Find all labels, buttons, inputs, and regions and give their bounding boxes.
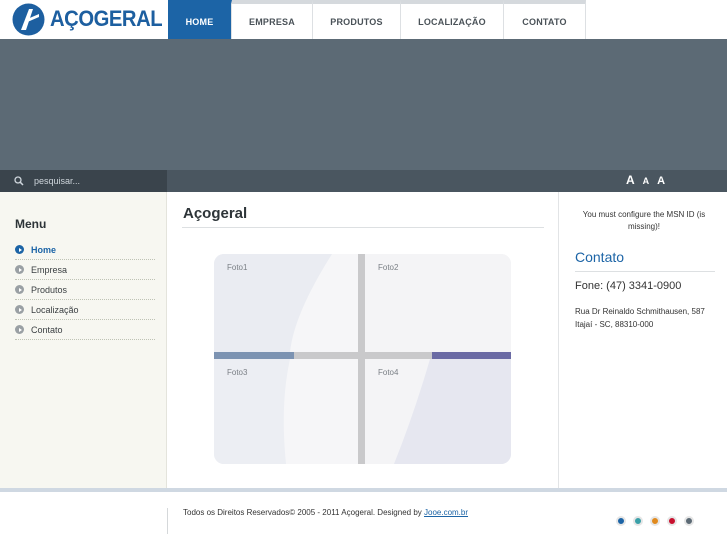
sidebar-item-produtos[interactable]: Produtos [15,280,155,300]
title-divider [182,227,544,228]
contato-divider [575,271,715,272]
arrow-bullet-icon [15,245,24,254]
main-content: Açogeral Foto1 Foto2 Foto3 Foto4 [168,192,558,488]
sidebar-menu: Home Empresa Produtos Localização Contat… [15,240,155,340]
arrow-bullet-icon [15,325,24,334]
photo-gallery: Foto1 Foto2 Foto3 Foto4 [214,254,511,464]
theme-orange-button[interactable] [650,516,660,526]
arrow-bullet-icon [15,285,24,294]
sidebar-item-contato[interactable]: Contato [15,320,155,340]
msn-notice: You must configure the MSN ID (is missin… [582,210,706,231]
sidebar-item-empresa[interactable]: Empresa [15,260,155,280]
nav-contato[interactable]: CONTATO [504,0,586,39]
toolbar: A A A [0,170,727,192]
nav-empresa[interactable]: EMPRESA [232,0,313,39]
font-increase-button[interactable]: A [626,173,635,187]
banner [0,39,727,170]
gallery-photo-4[interactable]: Foto4 [365,359,511,464]
gallery-divider-vertical [358,254,365,464]
theme-blue-button[interactable] [616,516,626,526]
gallery-accent-right [432,352,511,359]
gallery-accent-left [214,352,294,359]
search-input[interactable] [34,176,154,186]
theme-switcher [616,516,694,526]
photo-label: Foto1 [227,263,248,272]
arrow-bullet-icon [15,265,24,274]
photo-label: Foto4 [378,368,399,377]
sidebar-item-label: Produtos [31,284,68,295]
contato-heading: Contato [575,249,625,265]
font-size-controls: A A A [626,173,665,187]
page-title: Açogeral [183,205,248,222]
sidebar-item-label: Empresa [31,264,68,275]
sidebar: Menu Home Empresa Produtos Localização C… [0,192,167,488]
address-line-1: Rua Dr Reinaldo Schmithausen, 587 [575,307,705,316]
gallery-photo-1[interactable]: Foto1 [214,254,361,359]
address-line-2: Itajaí - SC, 88310-000 [575,320,654,329]
theme-gray-button[interactable] [684,516,694,526]
theme-red-button[interactable] [667,516,677,526]
search-icon[interactable] [14,176,24,186]
menu-title: Menu [15,217,47,231]
nav-localizacao[interactable]: LOCALIZAÇÃO [401,0,504,39]
phone-number: Fone: (47) 3341-0900 [575,280,682,292]
font-decrease-button[interactable]: A [643,176,650,186]
logo[interactable]: AÇOGERAL [12,3,163,36]
gallery-photo-2[interactable]: Foto2 [365,254,511,359]
page: AÇOGERAL HOME EMPRESA PRODUTOS LOCALIZAÇ… [0,0,727,545]
main-nav: HOME EMPRESA PRODUTOS LOCALIZAÇÃO CONTAT… [168,0,586,39]
nav-produtos[interactable]: PRODUTOS [313,0,401,39]
designer-link[interactable]: Jooe.com.br [424,508,468,517]
photo-label: Foto2 [378,263,399,272]
right-column: You must configure the MSN ID (is missin… [558,192,727,488]
nav-home[interactable]: HOME [168,0,232,39]
logo-mark-icon [12,3,45,36]
sidebar-item-home[interactable]: Home [15,240,155,260]
logo-text: AÇOGERAL [50,6,163,31]
theme-teal-button[interactable] [633,516,643,526]
sidebar-item-localizacao[interactable]: Localização [15,300,155,320]
gallery-photo-3[interactable]: Foto3 [214,359,361,464]
copyright-text: Todos os Direitos Reservados© 2005 - 201… [183,508,424,517]
sidebar-item-label: Home [31,244,57,255]
header: AÇOGERAL HOME EMPRESA PRODUTOS LOCALIZAÇ… [0,0,727,39]
photo-label: Foto3 [227,368,248,377]
sidebar-item-label: Localização [31,304,79,315]
address: Rua Dr Reinaldo Schmithausen, 587 Itajaí… [575,305,705,331]
copyright: Todos os Direitos Reservados© 2005 - 201… [183,508,468,517]
font-reset-button[interactable]: A [657,175,665,187]
sidebar-item-label: Contato [31,324,63,335]
arrow-bullet-icon [15,305,24,314]
footer-separator [167,508,168,534]
footer: Todos os Direitos Reservados© 2005 - 201… [0,492,727,545]
search-box [0,170,167,192]
